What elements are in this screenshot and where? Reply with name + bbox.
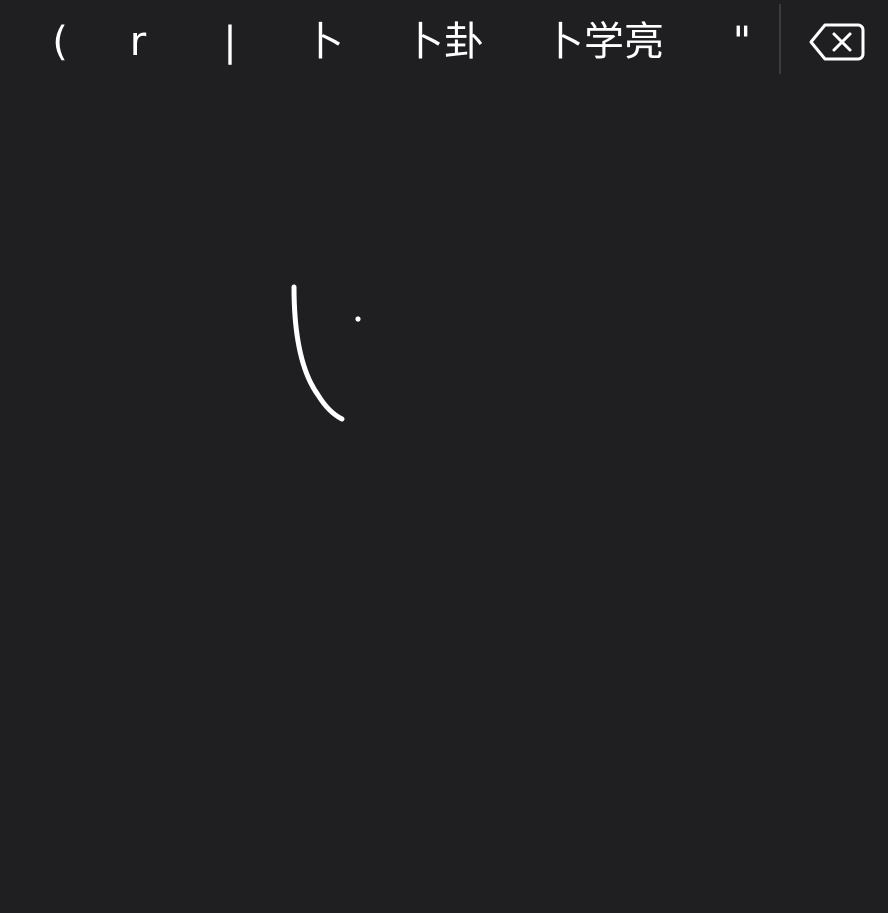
candidate-3[interactable]: |	[206, 10, 254, 74]
candidate-divider	[779, 4, 781, 74]
handwritten-stroke	[291, 284, 345, 422]
candidate-7[interactable]: "	[722, 10, 762, 74]
candidate-6[interactable]: 卜学亮	[534, 10, 674, 74]
handwritten-dot	[355, 316, 361, 322]
candidate-2[interactable]: r	[114, 10, 162, 74]
handwriting-keyboard: ( r | 卜 卜卦 卜学亮 "	[0, 0, 888, 913]
candidate-4[interactable]: 卜	[298, 10, 350, 74]
candidate-1[interactable]: (	[36, 10, 84, 74]
candidate-bar: ( r | 卜 卜卦 卜学亮 "	[0, 0, 888, 84]
delete-backspace-icon	[809, 23, 865, 61]
handwriting-canvas[interactable]	[0, 84, 888, 913]
delete-button[interactable]	[800, 14, 874, 70]
candidate-5[interactable]: 卜卦	[396, 10, 492, 74]
